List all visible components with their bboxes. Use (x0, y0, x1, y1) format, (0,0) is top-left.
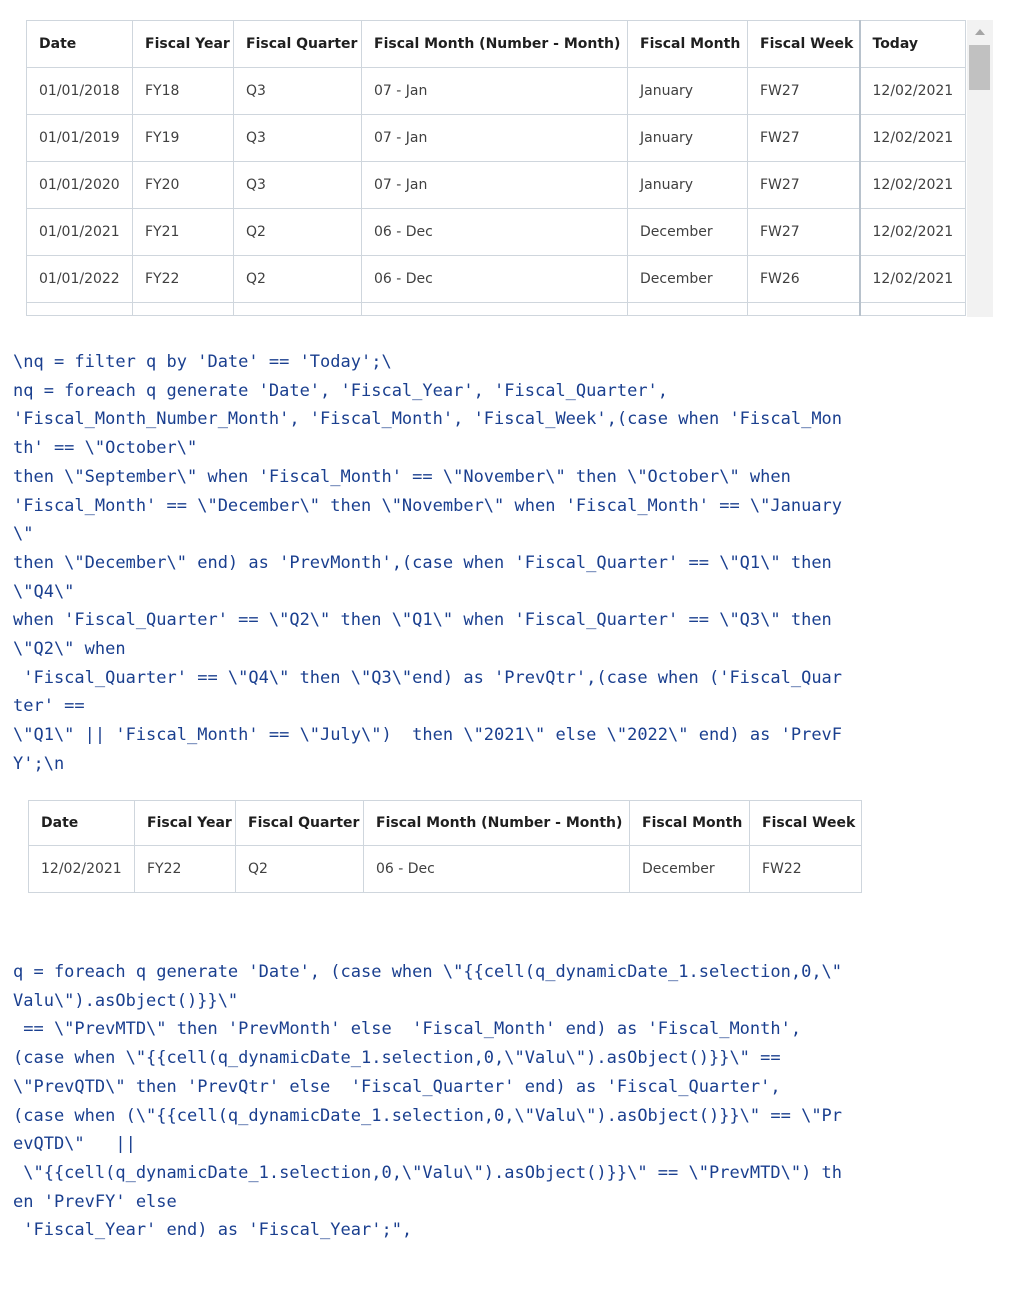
cell-today: 12/02/2021 (858, 255, 966, 303)
cell-today: 12/02/2021 (858, 114, 966, 162)
cell-fiscal-month-number: 07 - Jan (361, 161, 628, 209)
cell-fiscal-year: FY22 (132, 255, 234, 303)
code-line: \"Q4\" (13, 581, 75, 602)
col-header-fiscal-month[interactable]: Fiscal Month (629, 800, 750, 846)
col-header-fiscal-quarter[interactable]: Fiscal Quarter (235, 800, 364, 846)
code-line: \" (13, 524, 34, 545)
code-line: (case when (\"{{cell(q_dynamicDate_1.sel… (13, 1105, 843, 1126)
code-line: 'Fiscal_Quarter' == \"Q4\" then \"Q3\"en… (13, 667, 843, 688)
cell-fiscal-quarter: Q2 (235, 845, 364, 893)
cell-fiscal-month-number: 06 - Dec (361, 255, 628, 303)
cell-fiscal-week: FW27 (747, 161, 860, 209)
cell-fiscal-year: FY18 (132, 67, 234, 115)
code-line: 'Fiscal_Year' end) as 'Fiscal_Year';", (13, 1220, 413, 1241)
cell-fiscal-month: December (627, 255, 748, 303)
col-header-fiscal-month-number[interactable]: Fiscal Month (Number - Month) (363, 800, 630, 846)
cell-fiscal-quarter: Q3 (233, 161, 362, 209)
col-header-today[interactable]: Today (858, 20, 966, 68)
col-header-fiscal-month-number[interactable]: Fiscal Month (Number - Month) (361, 20, 628, 68)
scroll-up-arrow-icon[interactable] (975, 29, 985, 35)
code-line: 'Fiscal_Month_Number_Month', 'Fiscal_Mon… (13, 409, 843, 430)
code-line: \"PrevQTD\" then 'PrevQtr' else 'Fiscal_… (13, 1076, 781, 1097)
table-row: 01/01/2018 FY18 Q3 07 - Jan January FW27… (26, 67, 966, 115)
col-header-fiscal-year[interactable]: Fiscal Year (134, 800, 236, 846)
cell-today: 12/02/2021 (858, 208, 966, 256)
cell-fiscal-month: January (627, 161, 748, 209)
col-header-fiscal-year[interactable]: Fiscal Year (132, 20, 234, 68)
code-line: ter' == (13, 696, 85, 717)
cell-fiscal-month-number: 07 - Jan (361, 67, 628, 115)
col-header-fiscal-quarter[interactable]: Fiscal Quarter (233, 20, 362, 68)
cell-fiscal-month-number: 06 - Dec (363, 845, 630, 893)
col-header-fiscal-week[interactable]: Fiscal Week (749, 800, 862, 846)
code-line: q = foreach q generate 'Date', (case whe… (13, 962, 843, 982)
cell-fiscal-week: FW22 (749, 845, 862, 893)
table-row: 01/01/2021 FY21 Q2 06 - Dec December FW2… (26, 208, 966, 256)
code-line: Valu\").asObject()}}\" (13, 990, 239, 1011)
cell-fiscal-quarter: Q2 (233, 255, 362, 303)
table-row: 12/02/2021 FY22 Q2 06 - Dec December FW2… (28, 845, 862, 893)
cell-fiscal-week: FW27 (747, 208, 860, 256)
cell-date: 01/01/2022 (26, 255, 133, 303)
cell-fiscal-year: FY20 (132, 161, 234, 209)
col-header-fiscal-week[interactable]: Fiscal Week (747, 20, 860, 68)
code-line: == \"PrevMTD\" then 'PrevMonth' else 'Fi… (13, 1019, 802, 1040)
col-header-fiscal-month[interactable]: Fiscal Month (627, 20, 748, 68)
cell-fiscal-week: FW27 (747, 114, 860, 162)
code-line: nq = foreach q generate 'Date', 'Fiscal_… (13, 380, 669, 401)
code-line: when 'Fiscal_Quarter' == \"Q2\" then \"Q… (13, 610, 832, 631)
code-line: 'Fiscal_Month' == \"December\" then \"No… (13, 495, 843, 516)
fiscal-calendar-table: Date Fiscal Year Fiscal Quarter Fiscal M… (26, 20, 966, 316)
cell-fiscal-month-number: 06 - Dec (361, 208, 628, 256)
code-line: (case when \"{{cell(q_dynamicDate_1.sele… (13, 1048, 781, 1069)
code-line: \"Q2\" when (13, 639, 126, 660)
code-line: th' == \"October\" (13, 438, 198, 459)
saql-code-block-prev-periods: \nq = filter q by 'Date' == 'Today';\ nq … (13, 348, 963, 779)
cell-date: 01/01/2020 (26, 161, 133, 209)
cell-fiscal-year: FY19 (132, 114, 234, 162)
cell-fiscal-quarter: Q3 (233, 67, 362, 115)
code-line: \"Q1\" || 'Fiscal_Month' == \"July\") th… (13, 725, 843, 746)
code-line: \nq = filter q by 'Date' == 'Today';\ (13, 352, 392, 372)
cell-fiscal-week: FW27 (747, 67, 860, 115)
code-line: \"{{cell(q_dynamicDate_1.selection,0,\"V… (13, 1162, 843, 1183)
cell-date: 01/01/2018 (26, 67, 133, 115)
col-header-date[interactable]: Date (28, 800, 135, 846)
cell-fiscal-year: FY22 (134, 845, 236, 893)
cell-fiscal-year: FY21 (132, 208, 234, 256)
saql-code-block-dynamic-date: q = foreach q generate 'Date', (case whe… (13, 958, 963, 1245)
today-result-table: Date Fiscal Year Fiscal Quarter Fiscal M… (28, 800, 862, 893)
code-line: evQTD\" || (13, 1134, 136, 1155)
cell-date: 01/01/2021 (26, 208, 133, 256)
code-line: then \"December\" end) as 'PrevMonth',(c… (13, 552, 832, 573)
fiscal-calendar-table-container[interactable]: Date Fiscal Year Fiscal Quarter Fiscal M… (26, 20, 993, 317)
cell-date: 01/01/2019 (26, 114, 133, 162)
table-header-row: Date Fiscal Year Fiscal Quarter Fiscal M… (26, 20, 966, 68)
cell-fiscal-quarter: Q3 (233, 114, 362, 162)
vertical-scrollbar[interactable] (967, 20, 993, 317)
cell-today: 12/02/2021 (858, 67, 966, 115)
cell-fiscal-month: January (627, 67, 748, 115)
code-line: en 'PrevFY' else (13, 1191, 177, 1212)
code-line: then \"September\" when 'Fiscal_Month' =… (13, 466, 791, 487)
cell-fiscal-week: FW26 (747, 255, 860, 303)
code-line: Y';\n (13, 753, 65, 774)
table-row-partial (26, 302, 966, 316)
table-row: 01/01/2020 FY20 Q3 07 - Jan January FW27… (26, 161, 966, 209)
scrollbar-thumb[interactable] (969, 45, 990, 90)
cell-fiscal-month: December (627, 208, 748, 256)
cell-today: 12/02/2021 (858, 161, 966, 209)
cell-fiscal-month: January (627, 114, 748, 162)
table-row: 01/01/2019 FY19 Q3 07 - Jan January FW27… (26, 114, 966, 162)
table-header-row: Date Fiscal Year Fiscal Quarter Fiscal M… (28, 800, 862, 846)
cell-fiscal-month: December (629, 845, 750, 893)
col-header-date[interactable]: Date (26, 20, 133, 68)
table-row: 01/01/2022 FY22 Q2 06 - Dec December FW2… (26, 255, 966, 303)
cell-fiscal-month-number: 07 - Jan (361, 114, 628, 162)
cell-date: 12/02/2021 (28, 845, 135, 893)
cell-fiscal-quarter: Q2 (233, 208, 362, 256)
